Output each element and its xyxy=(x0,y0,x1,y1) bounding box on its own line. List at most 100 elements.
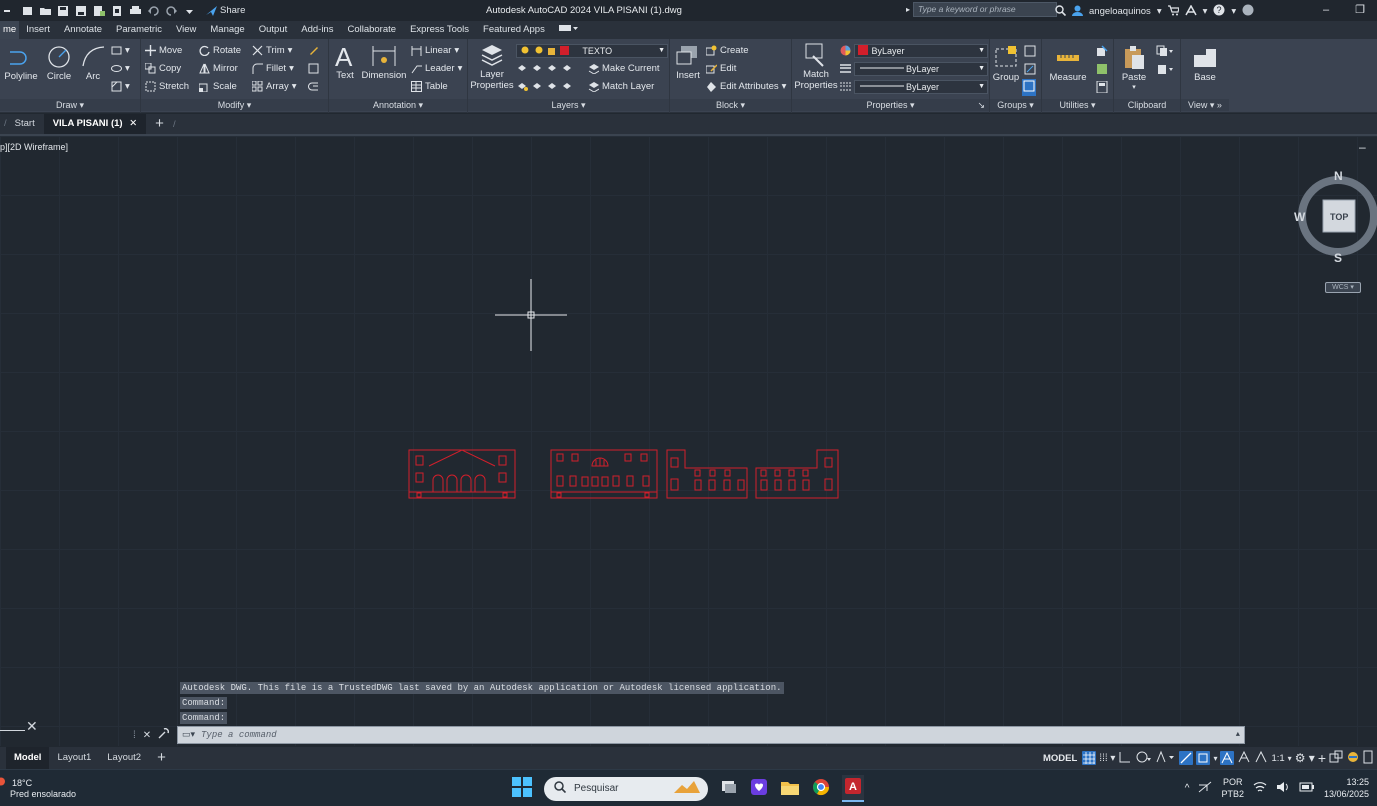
save-as-icon[interactable] xyxy=(76,5,87,16)
viewcube[interactable]: N S W TOP xyxy=(1294,169,1377,265)
system-clock[interactable]: 13:25 13/06/2025 xyxy=(1324,776,1369,800)
layer-properties-button[interactable]: Layer Properties xyxy=(470,42,514,91)
grid-toggle-icon[interactable] xyxy=(1082,751,1097,765)
make-current-button[interactable]: Make Current xyxy=(588,63,660,74)
help-dropdown-icon[interactable]: ▾ xyxy=(1231,6,1236,17)
tab-annotate[interactable]: Annotate xyxy=(57,21,109,39)
leader-button[interactable]: Leader ▾ xyxy=(411,63,462,74)
tab-express-tools[interactable]: Express Tools xyxy=(403,21,476,39)
help-icon[interactable]: ? xyxy=(1213,4,1225,19)
ribbon-display-toggle-icon[interactable] xyxy=(552,21,586,39)
print-icon[interactable] xyxy=(130,5,141,16)
command-input[interactable]: ▭▾ Type a command ▲ xyxy=(177,726,1245,744)
object-snap-icon[interactable] xyxy=(1196,751,1211,765)
object-snap-dropdown-icon[interactable]: ▾ xyxy=(1213,754,1217,763)
restore-icon[interactable]: ❐ xyxy=(1343,0,1377,20)
tab-start[interactable]: / Start xyxy=(0,114,44,134)
measure-button[interactable]: Measure xyxy=(1046,45,1090,83)
properties-panel-label[interactable]: Properties ▾ ↘ xyxy=(792,99,989,111)
linetype-dropdown[interactable]: ByLayer ▼ xyxy=(854,80,988,94)
viewport-minimize-icon[interactable]: – xyxy=(1359,140,1366,154)
ucs-close-icon[interactable]: ✕ xyxy=(26,718,38,735)
base-button[interactable]: Base xyxy=(1187,45,1223,83)
group-edit-icon[interactable] xyxy=(1024,63,1036,78)
minimize-icon[interactable]: – xyxy=(1309,0,1343,20)
customize-dropdown-icon[interactable] xyxy=(184,6,195,16)
command-close-icon[interactable]: ✕ xyxy=(143,730,151,741)
text-button[interactable]: A Text xyxy=(332,43,358,81)
command-recent-icon[interactable]: ▭▾ xyxy=(182,730,195,740)
share-button[interactable]: Share xyxy=(206,5,245,16)
tray-overflow-icon[interactable]: ^ xyxy=(1185,783,1190,794)
polyline-button[interactable]: Polyline xyxy=(3,44,39,82)
compass-north[interactable]: N xyxy=(1334,169,1343,183)
mirror-button[interactable]: Mirror xyxy=(199,63,238,74)
tab-vila-pisani[interactable]: VILA PISANI (1) ✕ xyxy=(43,114,147,134)
paste-dropdown-icon[interactable]: ▾ xyxy=(1119,83,1149,91)
compass-south[interactable]: S xyxy=(1334,251,1342,265)
group-button[interactable]: Group xyxy=(991,45,1021,83)
annotation-scale-value[interactable]: 1:1 xyxy=(1271,753,1284,764)
rotate-button[interactable]: Rotate xyxy=(199,45,241,56)
windows-start-icon[interactable] xyxy=(512,777,532,800)
isolate-objects-icon[interactable] xyxy=(1346,750,1360,767)
autodesk-a360-icon[interactable] xyxy=(1184,3,1197,19)
rectangle-button[interactable]: ▾ xyxy=(111,45,130,56)
circle-button[interactable]: Circle xyxy=(43,44,75,82)
groups-panel-label[interactable]: Groups ▾ xyxy=(990,99,1041,111)
draw-panel-label[interactable]: Draw ▾ xyxy=(0,99,140,111)
tab-manage[interactable]: Manage xyxy=(203,21,251,39)
layers-panel-label[interactable]: Layers ▾ xyxy=(468,99,669,111)
explode-button[interactable] xyxy=(308,63,319,74)
file-explorer-icon[interactable] xyxy=(780,778,800,799)
erase-button[interactable] xyxy=(308,45,319,56)
cut-icon[interactable] xyxy=(1156,63,1174,78)
select-all-icon[interactable] xyxy=(1096,63,1108,78)
scale-dropdown-icon[interactable]: ▾ xyxy=(1288,754,1292,763)
copy-clip-icon[interactable] xyxy=(1156,45,1174,60)
modify-panel-label[interactable]: Modify ▾ xyxy=(141,99,328,111)
ungroup-icon[interactable] xyxy=(1024,45,1036,60)
utilities-panel-label[interactable]: Utilities ▾ xyxy=(1042,99,1113,111)
new-file-icon[interactable] xyxy=(22,6,33,16)
workspace-gear-icon[interactable]: ⚙ ▾ xyxy=(1295,751,1315,765)
viewcube-top-face[interactable]: TOP xyxy=(1330,212,1348,222)
offset-button[interactable] xyxy=(308,81,319,92)
tab-collaborate[interactable]: Collaborate xyxy=(340,21,403,39)
tab-parametric[interactable]: Parametric xyxy=(109,21,169,39)
insert-button[interactable]: Insert xyxy=(674,43,702,81)
user-dropdown-icon[interactable]: ▾ xyxy=(1157,6,1162,17)
building-elevations-drawing[interactable] xyxy=(405,448,845,504)
a360-dropdown-icon[interactable]: ▾ xyxy=(1203,6,1208,17)
edit-block-button[interactable]: Edit xyxy=(706,63,736,74)
redo-icon[interactable] xyxy=(166,5,177,16)
annotation-visibility-icon[interactable] xyxy=(1220,751,1235,765)
layout-tab-layout2[interactable]: Layout2 xyxy=(99,747,149,769)
command-expand-icon[interactable]: ▲ xyxy=(1236,731,1240,739)
save-icon[interactable] xyxy=(58,5,69,16)
new-layout-button[interactable]: + xyxy=(149,747,174,769)
username[interactable]: angeloaquinos xyxy=(1089,6,1151,17)
table-button[interactable]: Table xyxy=(411,81,448,92)
open-folder-icon[interactable] xyxy=(40,6,51,16)
fillet-button[interactable]: Fillet ▾ xyxy=(252,63,294,74)
annotation-autoscale-icon[interactable] xyxy=(1237,750,1251,767)
view-panel-label[interactable]: View ▾ » xyxy=(1181,99,1229,111)
close-tab-icon[interactable]: ✕ xyxy=(129,118,137,129)
linear-button[interactable]: Linear ▾ xyxy=(411,45,459,56)
arc-button[interactable]: Arc xyxy=(78,44,108,82)
command-grip-icon[interactable]: ⁞ xyxy=(133,730,136,741)
learn-icon[interactable] xyxy=(1242,4,1254,19)
undo-icon[interactable] xyxy=(148,5,159,16)
units-icon[interactable] xyxy=(1329,750,1343,767)
publish-icon[interactable] xyxy=(94,5,105,16)
new-tab-button[interactable]: + xyxy=(146,114,173,134)
ortho-mode-icon[interactable] xyxy=(1118,750,1132,767)
paste-button[interactable]: Paste ▾ xyxy=(1119,45,1149,91)
tab-home[interactable]: me xyxy=(0,21,20,39)
calculator-icon[interactable] xyxy=(1096,80,1108,96)
customization-icon[interactable] xyxy=(1363,750,1373,767)
layer-dropdown[interactable]: TEXTO ▼ xyxy=(516,44,668,58)
create-block-button[interactable]: Create xyxy=(706,45,749,56)
purple-app-icon[interactable] xyxy=(750,778,768,799)
